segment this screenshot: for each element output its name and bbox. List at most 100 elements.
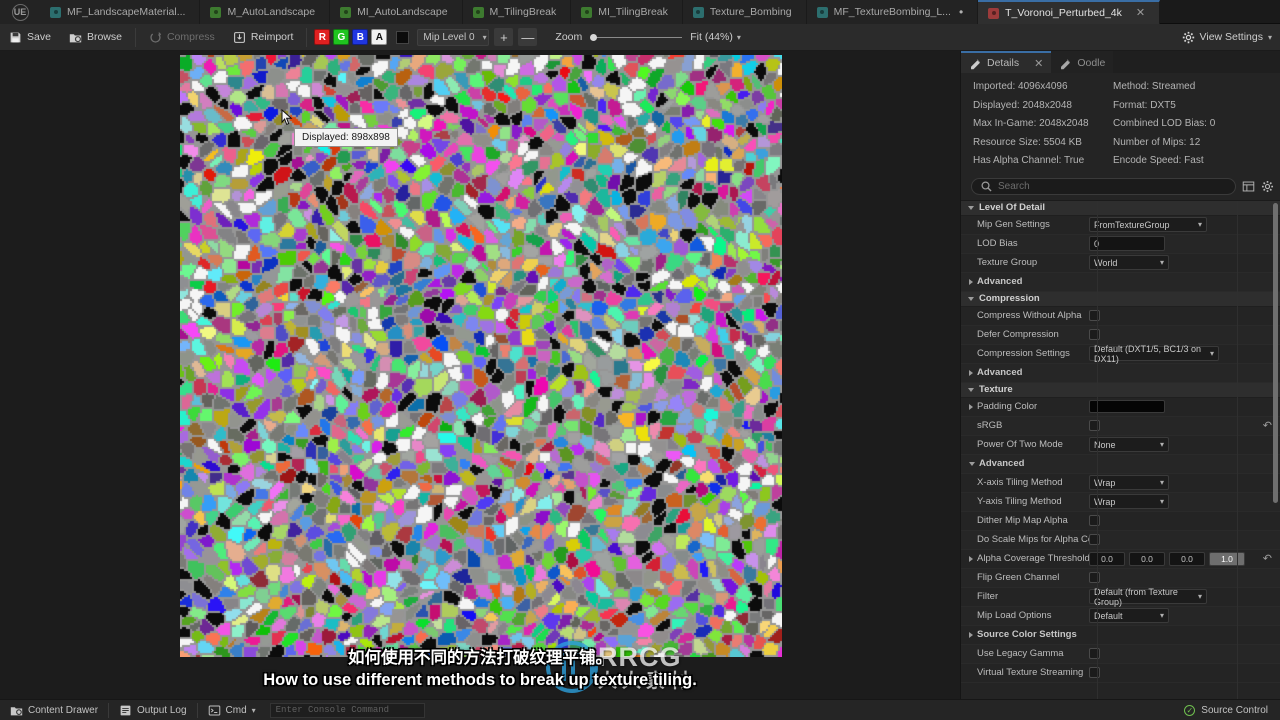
- close-icon[interactable]: ✕: [1034, 57, 1043, 70]
- asset-tab-1[interactable]: M_AutoLandscape: [200, 0, 331, 24]
- mip-level-dropdown[interactable]: Mip Level 0 ▾: [417, 28, 490, 46]
- checkbox-srgb[interactable]: [1089, 420, 1100, 431]
- checkbox-dither-mip-map-alpha[interactable]: [1089, 515, 1100, 526]
- property-row-y-axis-tiling-method[interactable]: Y-axis Tiling Method Wrap ▾: [961, 492, 1280, 512]
- number-input-alpha-coverage-thresholds-2[interactable]: 0.0: [1169, 551, 1205, 566]
- property-row-flip-green-channel[interactable]: Flip Green Channel: [961, 568, 1280, 588]
- compress-button[interactable]: Compress: [140, 26, 224, 49]
- output-log-button[interactable]: Output Log: [109, 700, 196, 720]
- checkbox-compress-without-alpha[interactable]: [1089, 310, 1100, 321]
- checkbox-flip-green-channel[interactable]: [1089, 572, 1100, 583]
- chevron-down-icon[interactable]: [969, 461, 975, 466]
- chevron-right-icon[interactable]: [969, 403, 973, 410]
- zoom-fit-dropdown[interactable]: Fit (44%) ▾: [690, 31, 741, 43]
- source-control-button[interactable]: ✓ Source Control: [1184, 704, 1280, 716]
- property-row-dither-mip-map-alpha[interactable]: Dither Mip Map Alpha: [961, 511, 1280, 531]
- property-row-virtual-texture-streaming[interactable]: Virtual Texture Streaming: [961, 663, 1280, 683]
- asset-tab-2[interactable]: MI_AutoLandscape: [330, 0, 463, 24]
- property-row-lod-bias[interactable]: LOD Bias 0: [961, 234, 1280, 254]
- background-color-swatch[interactable]: [396, 30, 410, 44]
- property-label: Advanced: [977, 367, 1023, 378]
- dropdown-power-of-two-mode[interactable]: None ▾: [1089, 437, 1169, 452]
- asset-tab-6[interactable]: MF_TextureBombing_L... •: [806, 0, 979, 24]
- property-row-x-axis-tiling-method[interactable]: X-axis Tiling Method Wrap ▾: [961, 473, 1280, 493]
- property-list[interactable]: Level Of Detail Mip Gen Settings FromTextu…: [961, 199, 1280, 701]
- property-row-compress-without-alpha[interactable]: Compress Without Alpha: [961, 306, 1280, 326]
- category-level-of-detail[interactable]: Level Of Detail: [961, 200, 1280, 216]
- property-row-compression-settings[interactable]: Compression Settings Default (DXT1/5, BC1…: [961, 344, 1280, 364]
- dropdown-y-axis-tiling-method[interactable]: Wrap ▾: [1089, 494, 1169, 509]
- property-row-power-of-two-mode[interactable]: Power Of Two Mode None ▾: [961, 435, 1280, 455]
- view-settings-button[interactable]: View Settings ▾: [1182, 31, 1272, 44]
- close-icon[interactable]: ✕: [1136, 7, 1145, 19]
- property-row-do-scale-mips-for-alpha-cove[interactable]: Do Scale Mips for Alpha Cove...: [961, 530, 1280, 550]
- property-row-texture-group[interactable]: Texture Group World ▾: [961, 253, 1280, 273]
- dropdown-mip-gen-settings[interactable]: FromTextureGroup ▾: [1089, 217, 1207, 232]
- property-row-alpha-coverage-thresholds[interactable]: Alpha Coverage Thresholds 0.0 0.0 0.0 1.0 ↶: [961, 549, 1280, 569]
- number-input-alpha-coverage-thresholds-3[interactable]: 1.0: [1209, 551, 1245, 566]
- property-row-srgb[interactable]: sRGB ↶: [961, 416, 1280, 436]
- search-input[interactable]: Search: [971, 177, 1236, 195]
- channel-toggle-r[interactable]: R: [314, 29, 331, 45]
- category-texture[interactable]: Texture: [961, 382, 1280, 398]
- property-label: Do Scale Mips for Alpha Cove...: [977, 534, 1089, 545]
- dropdown-compression-settings[interactable]: Default (DXT1/5, BC1/3 on DX11) ▾: [1089, 344, 1219, 364]
- number-input-alpha-coverage-thresholds-0[interactable]: 0.0: [1089, 551, 1125, 566]
- zoom-slider-handle[interactable]: [590, 33, 598, 41]
- dropdown-texture-group[interactable]: World ▾: [1089, 255, 1169, 270]
- color-swatch-padding-color[interactable]: [1089, 400, 1165, 413]
- property-row-mip-gen-settings[interactable]: Mip Gen Settings FromTextureGroup ▾: [961, 215, 1280, 235]
- tab-details[interactable]: Details ✕: [961, 51, 1052, 73]
- dropdown-mip-load-options[interactable]: Default ▾: [1089, 608, 1169, 623]
- dropdown-filter[interactable]: Default (from Texture Group) ▾: [1089, 587, 1207, 607]
- channel-toggle-b[interactable]: B: [352, 29, 369, 45]
- dropdown-x-axis-tiling-method[interactable]: Wrap ▾: [1089, 475, 1169, 490]
- property-row-defer-compression[interactable]: Defer Compression: [961, 325, 1280, 345]
- checkbox-defer-compression[interactable]: [1089, 329, 1100, 340]
- text-input-lod-bias[interactable]: 0: [1089, 236, 1165, 251]
- mip-increase-button[interactable]: +: [494, 28, 514, 46]
- asset-tab-0[interactable]: MF_LandscapeMaterial...: [40, 0, 201, 24]
- property-row-source-color-settings[interactable]: Source Color Settings: [961, 625, 1280, 645]
- property-row-use-legacy-gamma[interactable]: Use Legacy Gamma: [961, 644, 1280, 664]
- channel-toggle-a[interactable]: A: [371, 29, 388, 45]
- reimport-button[interactable]: Reimport: [224, 26, 303, 49]
- asset-tab-7[interactable]: T_Voronoi_Perturbed_4k ✕: [978, 0, 1161, 24]
- chevron-right-icon[interactable]: [969, 369, 973, 376]
- channel-toggle-g[interactable]: G: [333, 29, 350, 45]
- browse-button[interactable]: Browse: [60, 26, 131, 49]
- column-layout-icon[interactable]: [1242, 180, 1255, 193]
- asset-tab-4[interactable]: MI_TilingBreak: [571, 0, 683, 24]
- property-row-padding-color[interactable]: Padding Color: [961, 397, 1280, 417]
- tab-oodle[interactable]: Oodle: [1051, 51, 1114, 73]
- checkbox-do-scale-mips-for-alpha-cove[interactable]: [1089, 534, 1100, 545]
- details-scrollbar[interactable]: [1273, 202, 1278, 503]
- chevron-right-icon[interactable]: [969, 631, 973, 638]
- category-label: Texture: [979, 384, 1013, 395]
- console-prompt-icon: [208, 704, 221, 717]
- cmd-dropdown[interactable]: Cmd ▾: [198, 700, 266, 720]
- chevron-right-icon[interactable]: [969, 555, 973, 562]
- voronoi-texture-preview[interactable]: [180, 55, 782, 657]
- content-drawer-button[interactable]: Content Drawer: [0, 700, 108, 720]
- property-row-advanced[interactable]: Advanced: [961, 454, 1280, 474]
- mip-decrease-button[interactable]: —: [518, 28, 538, 46]
- texture-viewport[interactable]: Displayed: 898x898: [0, 51, 960, 699]
- category-compression[interactable]: Compression: [961, 291, 1280, 307]
- settings-gear-icon[interactable]: [1261, 180, 1274, 193]
- unreal-engine-logo-icon[interactable]: UE: [0, 0, 40, 24]
- property-row-filter[interactable]: Filter Default (from Texture Group) ▾: [961, 587, 1280, 607]
- checkbox-use-legacy-gamma[interactable]: [1089, 648, 1100, 659]
- property-row-mip-load-options[interactable]: Mip Load Options Default ▾: [961, 606, 1280, 626]
- revert-to-default-icon[interactable]: ↶: [1263, 552, 1276, 565]
- asset-tab-3[interactable]: M_TilingBreak: [462, 0, 572, 24]
- zoom-slider[interactable]: [590, 31, 683, 43]
- console-command-input[interactable]: Enter Console Command: [269, 702, 425, 718]
- property-row-advanced[interactable]: Advanced: [961, 272, 1280, 292]
- asset-tab-5[interactable]: Texture_Bombing: [682, 0, 807, 24]
- number-input-alpha-coverage-thresholds-1[interactable]: 0.0: [1129, 551, 1165, 566]
- checkbox-virtual-texture-streaming[interactable]: [1089, 667, 1100, 678]
- property-row-advanced[interactable]: Advanced: [961, 363, 1280, 383]
- save-button[interactable]: Save: [0, 26, 60, 49]
- chevron-right-icon[interactable]: [969, 278, 973, 285]
